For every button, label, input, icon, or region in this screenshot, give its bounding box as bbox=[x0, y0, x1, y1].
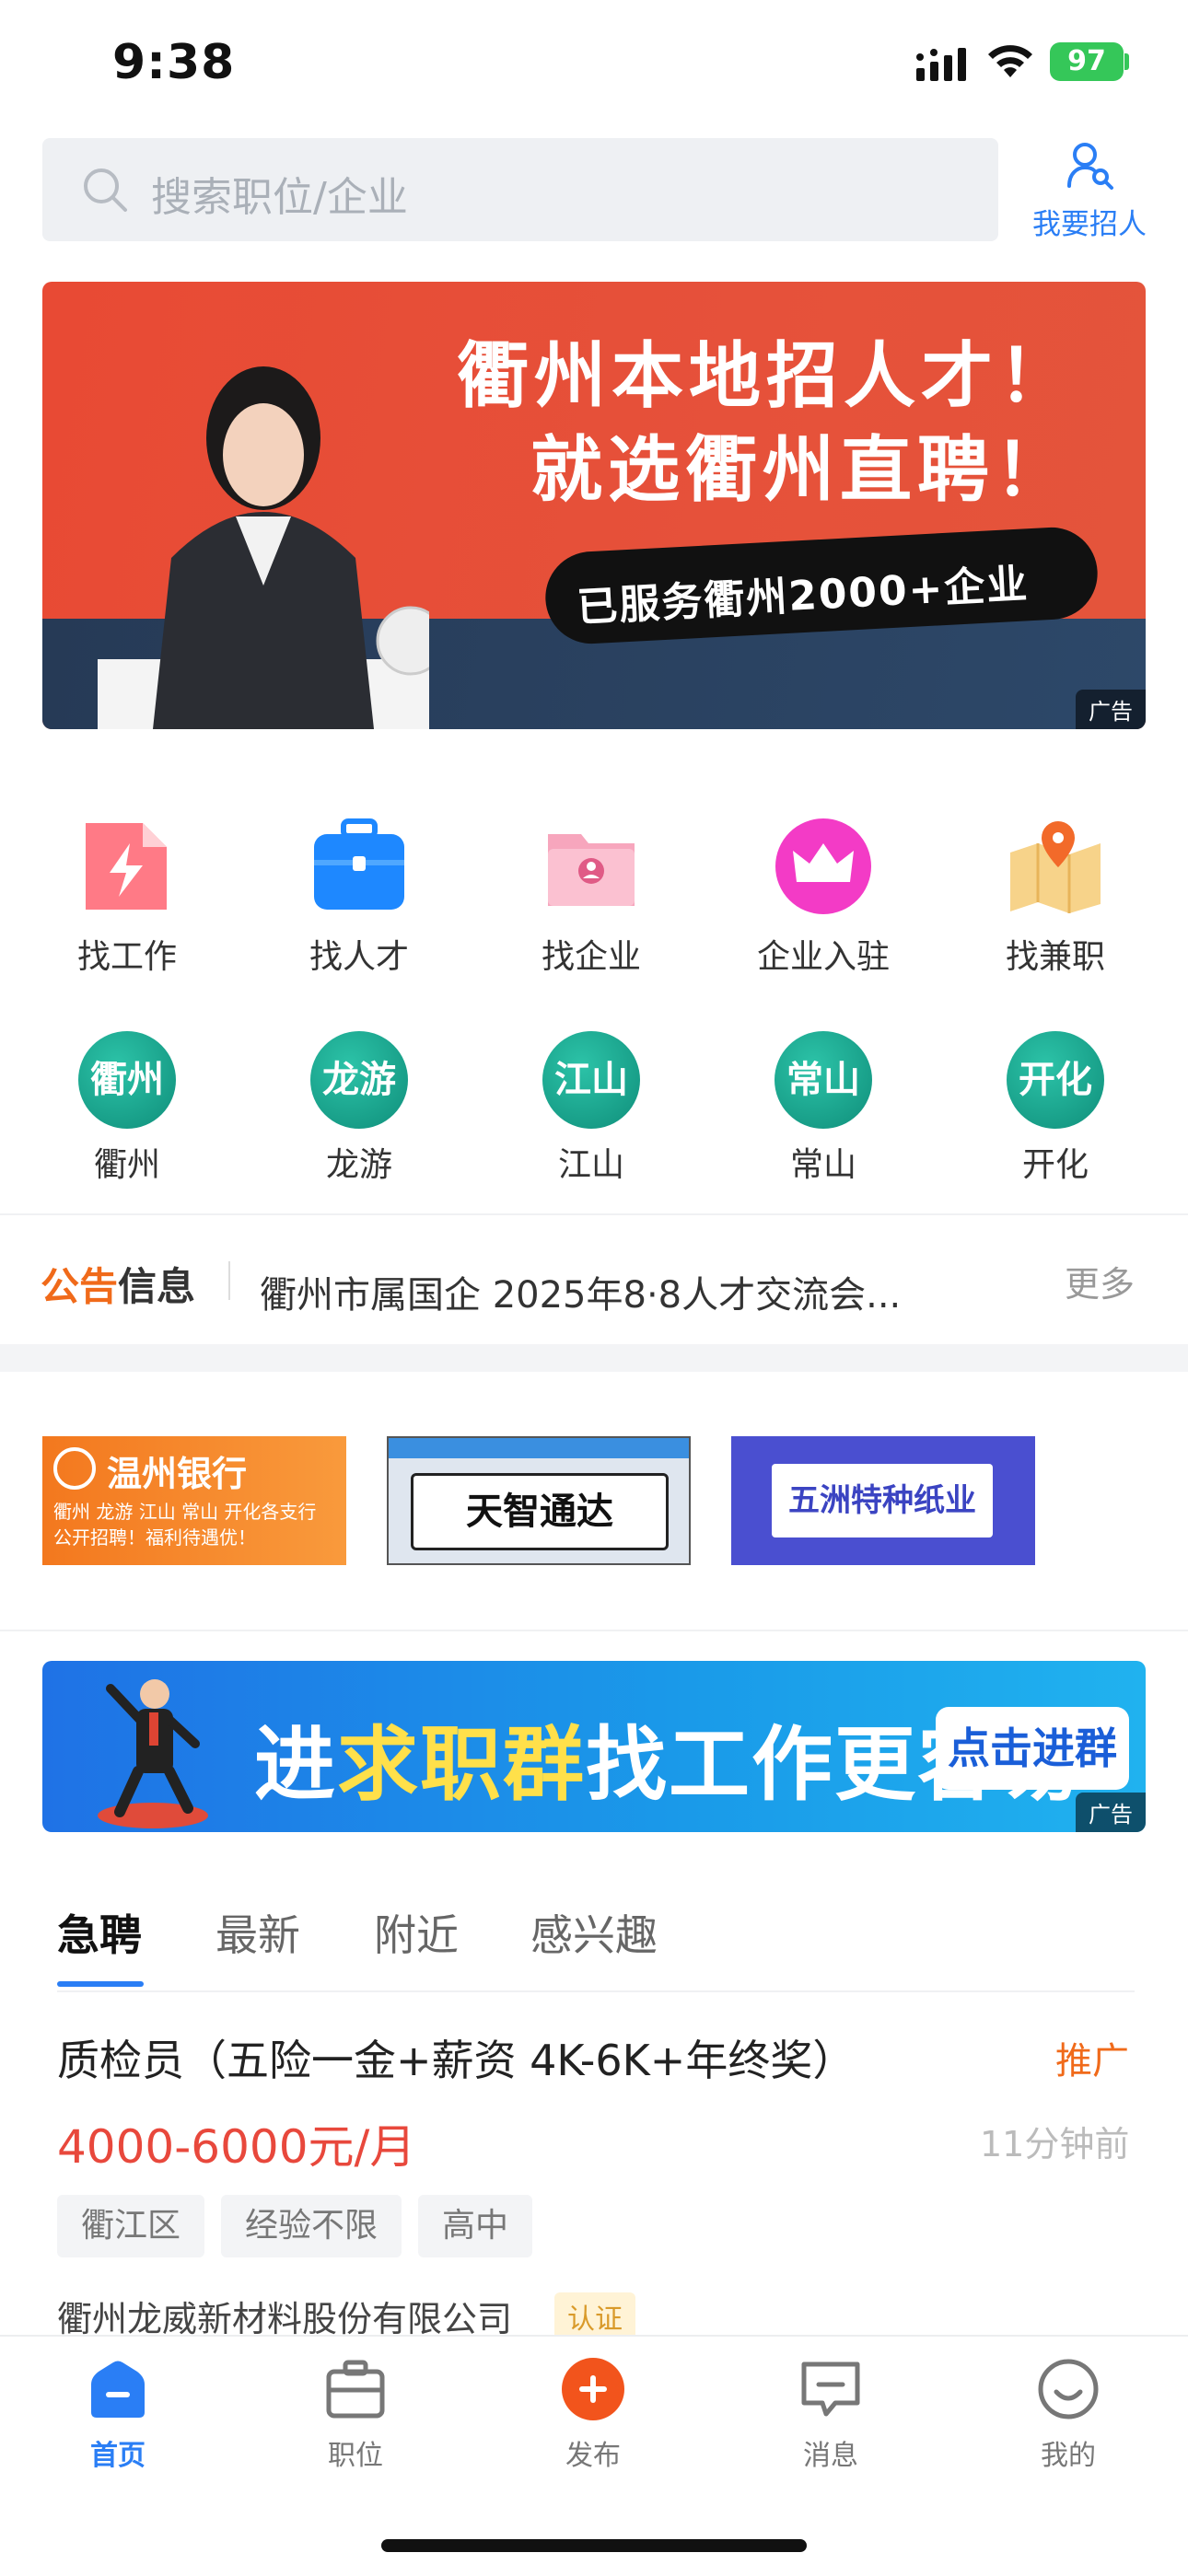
city-label: 开化 bbox=[1021, 1146, 1089, 1184]
join-group-button[interactable]: 点击进群 bbox=[936, 1707, 1129, 1790]
section-gap bbox=[0, 1344, 1188, 1372]
gb-highlight: 求职群 bbox=[337, 1717, 587, 1812]
folder-person-icon bbox=[548, 834, 635, 906]
logo1-title: 温州银行 bbox=[107, 1454, 248, 1494]
logo2-title: 天智通达 bbox=[411, 1473, 669, 1550]
tab-latest[interactable]: 最新 bbox=[215, 1902, 300, 1963]
promo-label: 推广 bbox=[1055, 2040, 1129, 2083]
nav-jobs[interactable]: 职位 bbox=[282, 2357, 429, 2473]
menu-company-join[interactable]: 企业入驻 bbox=[740, 816, 906, 978]
battery-cap bbox=[1124, 53, 1129, 70]
city-label: 江山 bbox=[557, 1146, 624, 1184]
logo1-sub: 衢州 龙游 江山 常山 开化各支行 公开招聘！福利待遇优！ bbox=[53, 1501, 317, 1549]
bank-logo-icon bbox=[53, 1447, 96, 1490]
map-pin-icon bbox=[1010, 821, 1101, 913]
nav-label: 职位 bbox=[328, 2440, 383, 2472]
menu-find-job[interactable]: 找工作 bbox=[44, 816, 210, 978]
banner-title-line2: 就选衢州直聘！ bbox=[530, 429, 1073, 512]
window-bar bbox=[389, 1438, 689, 1458]
partner-wenzhou-bank[interactable]: 温州银行 衢州 龙游 江山 常山 开化各支行 公开招聘！福利待遇优！ bbox=[42, 1436, 346, 1565]
city-badge: 江山 bbox=[542, 1031, 640, 1129]
search-placeholder: 搜索职位/企业 bbox=[151, 174, 408, 221]
tab-interested[interactable]: 感兴趣 bbox=[530, 1902, 658, 1963]
job-posted-time: 11分钟前 bbox=[980, 2124, 1130, 2164]
notice-tag: 公告信息 bbox=[41, 1256, 195, 1312]
cellular-signal-icon bbox=[916, 48, 966, 81]
gb-pre: 进 bbox=[254, 1717, 338, 1812]
job-salary: 4000-6000元/月 bbox=[57, 2120, 416, 2174]
city-label: 常山 bbox=[789, 1146, 856, 1184]
nav-me[interactable]: 我的 bbox=[995, 2357, 1142, 2473]
crown-icon bbox=[775, 818, 871, 914]
nav-label: 我的 bbox=[1041, 2440, 1096, 2472]
job-tag-experience: 经验不限 bbox=[221, 2195, 402, 2257]
ad-tag: 广告 bbox=[1076, 1793, 1146, 1832]
plus-icon bbox=[562, 2358, 624, 2420]
tab-active-indicator bbox=[57, 1981, 144, 1987]
city-label: 龙游 bbox=[325, 1146, 392, 1184]
job-tag-district: 衢江区 bbox=[57, 2195, 205, 2257]
notice-tag-a: 公告 bbox=[41, 1264, 119, 1309]
company-name[interactable]: 衢州龙威新材料股份有限公司 bbox=[57, 2291, 512, 2341]
city-label: 衢州 bbox=[93, 1146, 160, 1184]
nav-messages[interactable]: 消息 bbox=[757, 2357, 904, 2473]
find-job-icon bbox=[86, 823, 167, 910]
menu-part-time[interactable]: 找兼职 bbox=[973, 816, 1138, 978]
city-quzhou[interactable]: 衢州 衢州 bbox=[44, 1031, 210, 1186]
city-badge: 开化 bbox=[1007, 1031, 1104, 1129]
city-badge: 常山 bbox=[775, 1031, 872, 1129]
city-badge: 衢州 bbox=[78, 1031, 176, 1129]
job-title[interactable]: 质检员（五险一金+薪资 4K-6K+年终奖） bbox=[57, 2027, 855, 2088]
menu-label: 找兼职 bbox=[1005, 938, 1105, 976]
menu-find-company[interactable]: 找企业 bbox=[508, 816, 674, 978]
city-kaihua[interactable]: 开化 开化 bbox=[973, 1031, 1138, 1186]
tab-nearby[interactable]: 附近 bbox=[374, 1902, 459, 1963]
job-group-banner[interactable]: 进求职群找工作更容易 点击进群 广告 bbox=[42, 1661, 1146, 1832]
menu-label: 企业入驻 bbox=[756, 938, 890, 976]
wifi-icon bbox=[988, 45, 1032, 77]
banner-woman-illustration bbox=[98, 366, 429, 729]
city-badge: 龙游 bbox=[310, 1031, 408, 1129]
partner-tianzhi[interactable]: 天智通达 bbox=[387, 1436, 691, 1565]
notice-headline[interactable]: 衢州市属国企 2025年8·8人才交流会... bbox=[260, 1265, 978, 1318]
person-search-icon bbox=[1067, 143, 1113, 190]
notice-more-link[interactable]: 更多 bbox=[1065, 1256, 1135, 1306]
nav-label: 发布 bbox=[565, 2440, 621, 2472]
nav-publish[interactable]: 发布 bbox=[519, 2357, 667, 2473]
partner-wuzhou-paper[interactable]: 五洲特种纸业 bbox=[731, 1436, 1035, 1565]
menu-label: 找工作 bbox=[76, 938, 177, 976]
tab-urgent[interactable]: 急聘 bbox=[57, 1902, 142, 1963]
city-jiangshan[interactable]: 江山 江山 bbox=[508, 1031, 674, 1186]
ad-tag: 广告 bbox=[1076, 690, 1146, 729]
nav-home[interactable]: 首页 bbox=[44, 2357, 192, 2473]
notice-separator bbox=[228, 1261, 230, 1300]
divider bbox=[0, 1213, 1188, 1215]
briefcase-icon bbox=[326, 2360, 385, 2419]
job-tag-education: 高中 bbox=[418, 2195, 533, 2257]
menu-label: 找企业 bbox=[541, 938, 641, 976]
cert-badge: 认证 bbox=[554, 2292, 635, 2340]
home-indicator bbox=[381, 2539, 807, 2552]
search-icon bbox=[84, 168, 127, 212]
menu-label: 找人才 bbox=[309, 938, 409, 976]
tab-divider bbox=[57, 1990, 1135, 1992]
divider bbox=[0, 1630, 1188, 1631]
city-changshan[interactable]: 常山 常山 bbox=[740, 1031, 906, 1186]
home-icon bbox=[91, 2361, 145, 2418]
recruit-label: 我要招人 bbox=[1032, 208, 1147, 241]
nav-label: 首页 bbox=[90, 2440, 146, 2472]
banner-title-line1: 衢州本地招人才！ bbox=[457, 335, 1077, 418]
nav-label: 消息 bbox=[803, 2440, 858, 2472]
city-longyou[interactable]: 龙游 龙游 bbox=[276, 1031, 442, 1186]
battery-indicator: 97 bbox=[1050, 42, 1124, 81]
promo-banner[interactable]: 衢州本地招人才！ 就选衢州直聘！ 已服务衢州2000+企业 广告 bbox=[42, 282, 1146, 729]
briefcase-icon bbox=[314, 818, 404, 910]
notice-tag-b: 信息 bbox=[118, 1264, 196, 1309]
logo3-title: 五洲特种纸业 bbox=[772, 1464, 993, 1537]
running-man-icon bbox=[98, 1679, 208, 1828]
menu-find-talent[interactable]: 找人才 bbox=[276, 816, 442, 978]
smile-icon bbox=[1038, 2359, 1099, 2419]
message-icon bbox=[801, 2361, 860, 2417]
status-time: 9:38 bbox=[112, 35, 236, 90]
